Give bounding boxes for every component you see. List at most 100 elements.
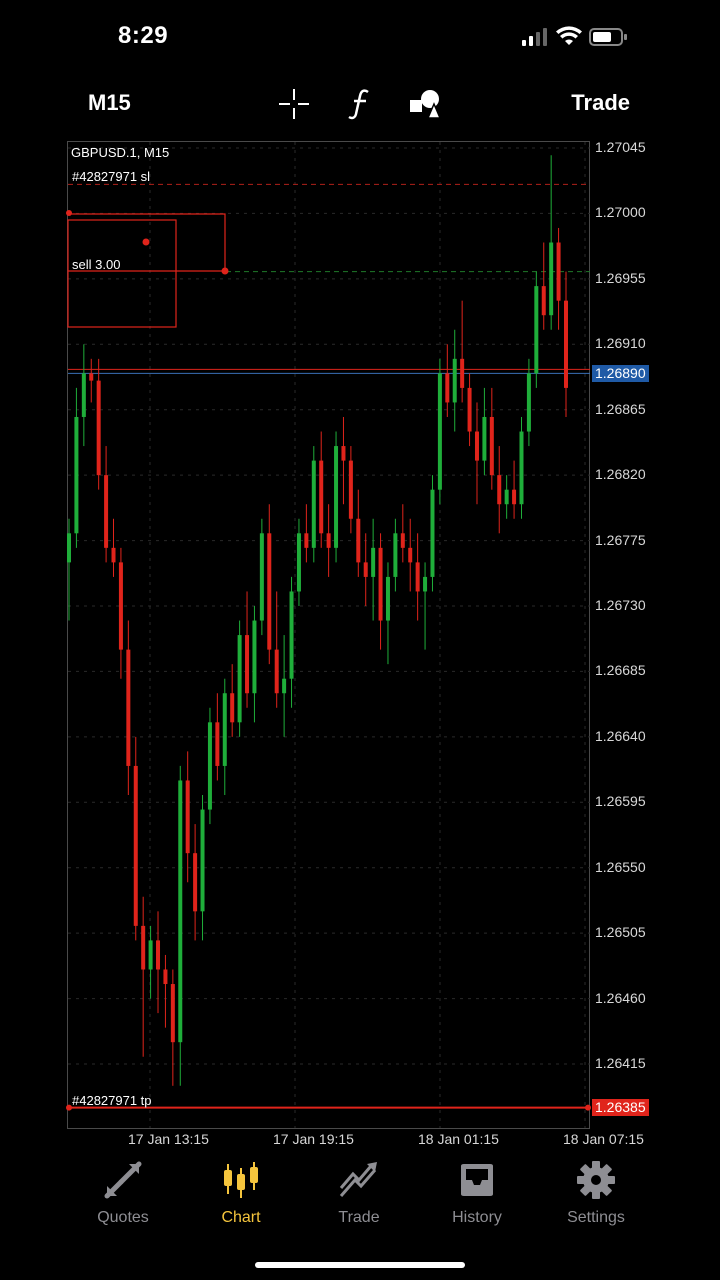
candle-body — [482, 416, 487, 461]
trade-icon — [339, 1162, 379, 1204]
candle-body — [408, 547, 413, 563]
quotes-icon — [103, 1161, 143, 1204]
candle-body — [341, 446, 346, 461]
order-label: sell 3.00 — [72, 257, 121, 272]
candle-body — [334, 446, 339, 548]
candles-icon — [221, 1162, 261, 1204]
candle-body — [304, 533, 309, 548]
candle-body — [222, 693, 227, 766]
candle-body — [423, 576, 428, 592]
candle-body — [89, 373, 94, 381]
candle-body — [215, 722, 220, 766]
candle-body — [348, 460, 353, 519]
candle-body — [326, 533, 331, 548]
price-tick-label: 1.26595 — [595, 793, 646, 810]
nav-chart[interactable]: Chart — [191, 1160, 291, 1227]
tp-price-tag: 1.26385 — [592, 1099, 649, 1116]
candle-body — [519, 431, 524, 505]
candle-body — [178, 780, 183, 1043]
order-marker-dot — [66, 210, 72, 216]
candle-body — [193, 853, 198, 912]
candle-body — [549, 242, 554, 316]
candle-body — [296, 533, 301, 592]
candle-body — [81, 373, 86, 417]
price-tick-label: 1.26640 — [595, 727, 646, 744]
candle-body — [148, 940, 153, 970]
price-tick-label: 1.27000 — [595, 204, 646, 221]
candle-body — [245, 635, 250, 694]
candle-body — [170, 984, 175, 1043]
price-tick-label: 1.26415 — [595, 1055, 646, 1071]
inbox-icon — [457, 1164, 497, 1204]
time-tick-label: 17 Jan 13:15 — [128, 1131, 209, 1147]
candle-body — [274, 649, 279, 694]
time-tick-label: 17 Jan 19:15 — [273, 1131, 354, 1147]
candle-body — [156, 940, 161, 970]
candle-body — [230, 693, 235, 723]
candle-body — [200, 809, 205, 912]
order-marker-dot — [142, 238, 150, 246]
price-tick-label: 1.26865 — [595, 400, 646, 417]
candle-body — [74, 416, 79, 534]
price-tick-label: 1.26910 — [595, 335, 646, 352]
nav-settings-label: Settings — [567, 1209, 625, 1226]
candle-body — [512, 489, 517, 505]
candle-body — [282, 678, 287, 694]
candle-body — [564, 300, 568, 388]
chart-symbol-label: GBPUSD.1, M15 — [71, 145, 170, 160]
candle-body — [504, 489, 509, 505]
nav-trade-label: Trade — [338, 1209, 380, 1226]
candle-body — [104, 475, 109, 548]
candle-body — [474, 431, 479, 461]
time-tick-label: 18 Jan 07:15 — [563, 1131, 644, 1147]
tp-label: #42827971 tp — [72, 1093, 152, 1108]
time-tick-label: 18 Jan 01:15 — [418, 1131, 499, 1147]
candle-body — [489, 416, 494, 476]
candle-body — [207, 722, 212, 810]
candle-body — [400, 533, 405, 548]
candle-body — [363, 562, 368, 577]
candle-body — [267, 533, 272, 650]
price-tick-label: 1.26550 — [595, 858, 646, 875]
candle-body — [393, 533, 398, 577]
candle-body — [185, 780, 190, 854]
price-tick-label: 1.27045 — [595, 139, 646, 155]
candle-body — [460, 358, 465, 388]
candle-body — [430, 489, 435, 577]
candle-body — [378, 547, 383, 621]
candle-body — [556, 242, 561, 301]
candle-body — [118, 562, 123, 650]
candle-body — [437, 373, 442, 490]
candle-body — [534, 286, 539, 374]
price-tick-label: 1.26460 — [595, 989, 646, 1006]
nav-trade[interactable]: Trade — [309, 1160, 409, 1227]
candle-body — [452, 358, 457, 403]
candle-body — [526, 373, 531, 432]
candle-body — [141, 925, 146, 970]
nav-quotes[interactable]: Quotes — [73, 1160, 173, 1227]
sl-label: #42827971 sl — [72, 169, 151, 184]
candle-body — [259, 533, 264, 621]
nav-chart-label: Chart — [221, 1209, 261, 1226]
nav-settings[interactable]: Settings — [546, 1160, 646, 1227]
candle-body — [445, 373, 450, 403]
candle-body — [237, 635, 242, 723]
price-tick-label: 1.26955 — [595, 269, 646, 286]
price-tick-label: 1.26505 — [595, 924, 646, 941]
current-price-tag: 1.26890 — [592, 365, 649, 382]
gear-icon — [576, 1161, 616, 1204]
price-tick-label: 1.26730 — [595, 597, 646, 613]
price-tick-label: 1.26775 — [595, 531, 646, 548]
candle-body — [541, 286, 546, 316]
order-marker-dot — [221, 267, 229, 275]
candle-body — [356, 518, 361, 563]
price-tick-label: 1.26685 — [595, 662, 646, 679]
candle-body — [319, 460, 324, 534]
candle-body — [126, 649, 131, 766]
tp-marker-dot — [585, 1104, 591, 1111]
candle-body — [497, 475, 502, 505]
nav-history[interactable]: History — [427, 1160, 527, 1227]
candle-body — [96, 380, 101, 476]
price-tick-label: 1.26820 — [595, 466, 646, 483]
candle-body — [371, 547, 376, 577]
